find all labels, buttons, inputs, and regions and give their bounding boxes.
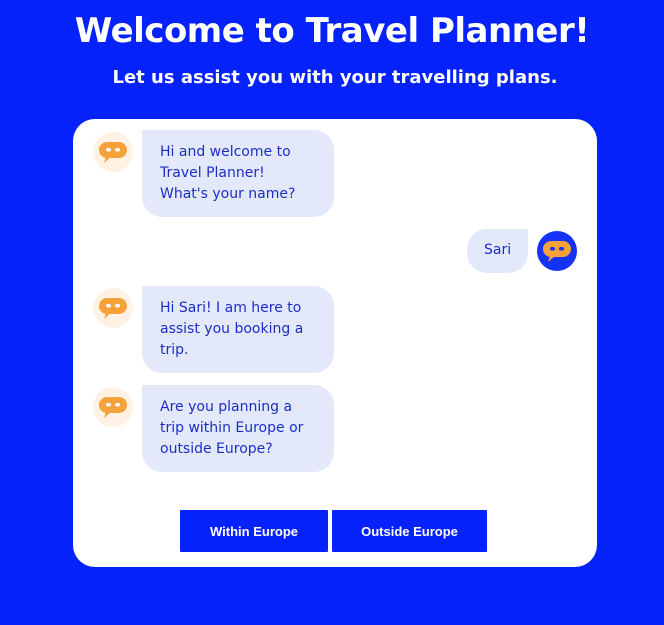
- chat-bubble-icon: [99, 142, 127, 163]
- message-bubble: Are you planning a trip within Europe or…: [142, 385, 334, 472]
- message-bubble: Hi Sari! I am here to assist you booking…: [142, 286, 334, 373]
- message-bubble: Sari: [467, 229, 528, 273]
- bot-avatar: [93, 387, 133, 427]
- message-bubble: Hi and welcome to Travel Planner! What's…: [142, 130, 334, 217]
- chat-bubble-icon: [99, 397, 127, 418]
- quick-reply-options: Within Europe Outside Europe: [180, 510, 487, 552]
- chat-window: Hi and welcome to Travel Planner! What's…: [73, 119, 597, 567]
- bot-avatar: [93, 132, 133, 172]
- user-avatar: [537, 231, 577, 271]
- page-title: Welcome to Travel Planner!: [74, 11, 590, 51]
- bot-avatar: [93, 288, 133, 328]
- outside-europe-button[interactable]: Outside Europe: [332, 510, 487, 552]
- chat-bubble-icon: [543, 241, 571, 262]
- page-subtitle: Let us assist you with your travelling p…: [112, 67, 558, 88]
- within-europe-button[interactable]: Within Europe: [180, 510, 328, 552]
- chat-bubble-icon: [99, 298, 127, 319]
